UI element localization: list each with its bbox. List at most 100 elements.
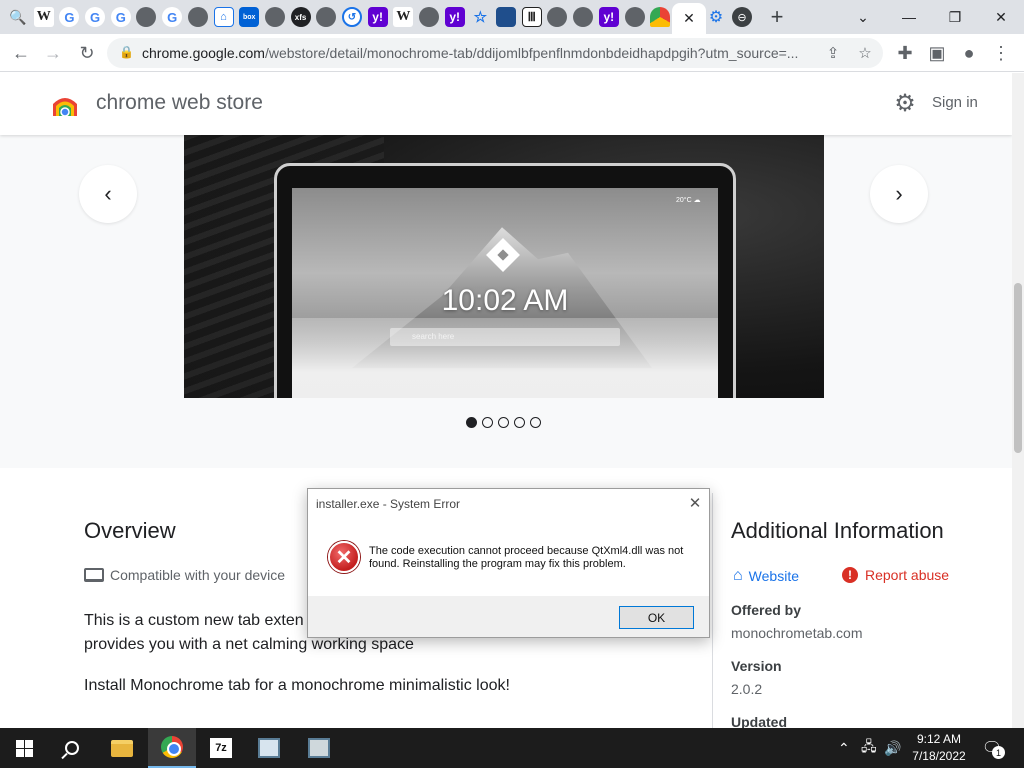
google-icon[interactable]: G [110,7,131,27]
website-label: Website [748,568,799,584]
settings-gear-icon[interactable]: ⚙ [892,90,918,117]
lock-icon[interactable]: 🔒 [119,45,134,61]
warning-icon: ! [842,567,858,583]
duck-icon[interactable] [624,7,645,27]
profile-icon[interactable]: ● [956,40,982,66]
history-icon[interactable]: ↺ [341,7,362,27]
taskbar-search-button[interactable] [48,728,96,768]
bookmark-star-icon[interactable]: ☆ [854,42,876,64]
app-taskbar-button[interactable] [245,728,293,768]
installer-taskbar-button[interactable] [295,728,343,768]
google-icon[interactable]: G [162,7,183,27]
compatibility-text: Compatible with your device [110,567,286,583]
chrome-web-store-icon[interactable] [650,7,671,27]
google-icon[interactable]: G [59,7,80,27]
carousel-dot-5[interactable] [530,417,541,428]
store-title[interactable]: chrome web store [96,91,263,115]
url-host: chrome.google.com [142,45,265,61]
windows-taskbar: 7z ⌃ 🖧 🔊 9:12 AM 7/18/2022 🗨 1 [0,728,1024,768]
chrome-web-store-logo[interactable] [52,90,78,118]
windows-logo-icon [15,739,33,757]
forward-button[interactable]: → [40,40,66,66]
store-header: chrome web store ⚙ Sign in [0,73,1012,135]
side-panel-icon[interactable]: ▣ [924,40,950,66]
chrome-icon [161,736,183,758]
menu-icon[interactable]: ⋮ [988,40,1014,66]
back-button[interactable]: ← [8,40,34,66]
gear-icon[interactable]: ⚙ [706,7,726,27]
system-clock[interactable]: 9:12 AM 7/18/2022 [906,731,972,765]
globe-icon[interactable] [316,7,337,27]
new-tab-button[interactable]: + [764,4,790,30]
bank-icon[interactable]: Ⅲ [521,7,542,27]
star-icon[interactable]: ☆ [470,7,490,27]
yahoo-icon[interactable]: y! [598,7,619,27]
account-circle-icon[interactable]: ⊖ [732,7,752,27]
network-icon[interactable]: 🖧 [861,728,877,768]
restore-button[interactable]: ❐ [932,0,978,34]
dialog-message: The code execution cannot proceed becaus… [369,545,684,570]
globe-icon[interactable] [573,7,594,27]
globe-icon[interactable] [136,7,157,27]
installer-icon [308,738,330,758]
carousel-dots [466,417,546,428]
sign-in-link[interactable]: Sign in [932,94,978,111]
wikipedia-icon[interactable]: W [33,7,54,27]
dialog-close-button[interactable]: ✕ [686,494,704,512]
document-icon[interactable] [496,7,517,27]
search-icon[interactable]: 🔍 [8,7,28,27]
yahoo-icon[interactable]: y! [367,7,388,27]
close-window-button[interactable]: ✕ [978,0,1024,34]
ok-button[interactable]: OK [619,606,694,629]
globe-icon[interactable] [187,7,208,27]
error-icon: ✕ [328,541,360,573]
tab-search-button[interactable]: ⌄ [840,0,886,34]
start-button[interactable] [0,728,48,768]
offered-by-value: monochrometab.com [731,625,863,641]
folder-icon [111,739,133,757]
tab-strip: 🔍 W G G G G ⌂ box xfs ↺ y! W y! ☆ Ⅲ y! ✕… [0,0,1024,34]
globe-icon[interactable] [547,7,568,27]
file-explorer-button[interactable] [98,728,146,768]
7zip-taskbar-button[interactable]: 7z [197,728,245,768]
overview-heading: Overview [84,518,176,543]
home-icon[interactable]: ⌂ [213,7,234,27]
url-text[interactable]: chrome.google.com/webstore/detail/monoch… [142,45,812,61]
minimize-button[interactable]: — [886,0,932,34]
carousel-dot-3[interactable] [498,417,509,428]
yahoo-icon[interactable]: y! [444,7,465,27]
preview-search-bar: search here [390,328,620,346]
updated-label: Updated [731,714,787,728]
volume-icon[interactable]: 🔊 [884,728,901,768]
carousel-prev-button[interactable]: ‹ [79,165,137,223]
globe-icon[interactable] [264,7,285,27]
tab-favicons: 🔍 W G G G G ⌂ box xfs ↺ y! W y! ☆ Ⅲ y! [8,5,676,29]
box-icon[interactable]: box [239,7,260,27]
scrollbar-thumb[interactable] [1014,283,1022,453]
reload-button[interactable]: ↻ [74,40,100,66]
laptop-screen: 10:02 AM search here 20°C ☁ [292,188,718,398]
wikipedia-icon[interactable]: W [393,7,414,27]
page-scrollbar[interactable] [1012,73,1024,728]
google-icon[interactable]: G [85,7,106,27]
carousel-dot-2[interactable] [482,417,493,428]
xfs-icon[interactable]: xfs [290,7,311,27]
carousel-image: 10:02 AM search here 20°C ☁ [184,135,824,398]
globe-icon[interactable] [419,7,439,27]
carousel-dot-4[interactable] [514,417,525,428]
carousel-dot-1[interactable] [466,417,477,428]
offered-by-label: Offered by [731,602,802,618]
report-abuse-link[interactable]: ! Report abuse [842,567,949,583]
carousel-next-button[interactable]: › [870,165,928,223]
active-tab-close-button[interactable]: ✕ [672,3,706,34]
share-icon[interactable]: ⇪ [822,42,844,64]
website-link[interactable]: ⌂ Website [733,567,799,585]
chrome-taskbar-button[interactable] [148,728,196,768]
window-app-icon [258,738,280,758]
notification-count-badge: 1 [992,746,1005,759]
additional-info-heading: Additional Information [731,518,944,543]
tray-overflow-chevron[interactable]: ⌃ [838,728,850,768]
address-bar[interactable]: 🔒 chrome.google.com/webstore/detail/mono… [107,38,883,68]
extensions-icon[interactable]: ✚ [892,40,918,66]
install-text: Install Monochrome tab for a monochrome … [84,677,510,694]
